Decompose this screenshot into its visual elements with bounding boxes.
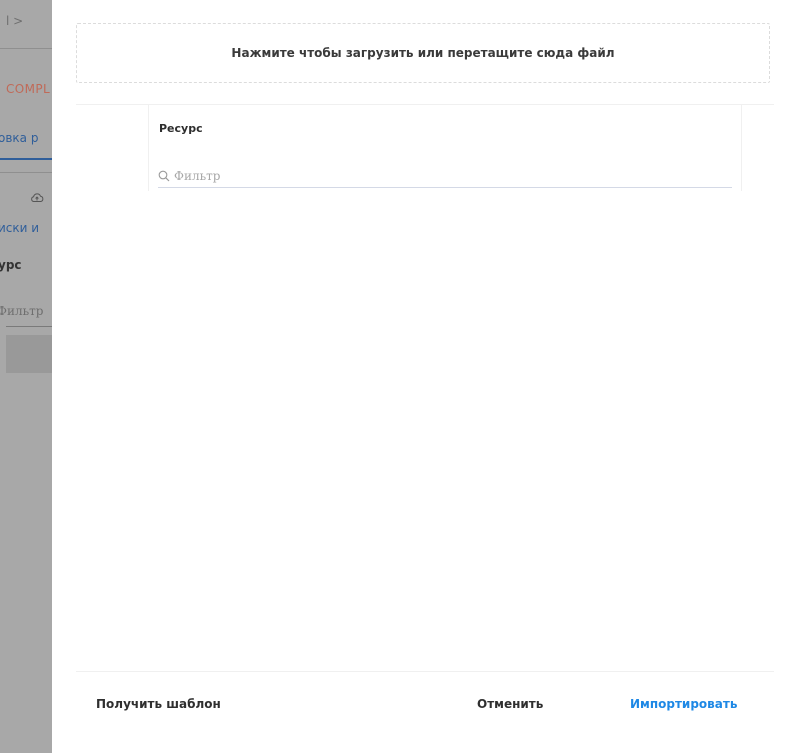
background-filter-underline <box>6 326 52 327</box>
import-modal: Нажмите чтобы загрузить или перетащите с… <box>52 0 799 753</box>
resource-filter <box>158 164 732 188</box>
search-icon <box>158 170 170 182</box>
modal-footer-divider <box>76 671 774 672</box>
background-filter: Фильтр <box>0 304 44 318</box>
resource-table: Ресурс <box>148 105 742 191</box>
resource-filter-input[interactable] <box>174 168 714 183</box>
background-link: иски и <box>0 221 40 235</box>
background-tab-indicator <box>0 158 52 160</box>
background-divider <box>0 172 52 173</box>
resource-column-header: Ресурс <box>159 122 203 135</box>
file-dropzone[interactable]: Нажмите чтобы загрузить или перетащите с… <box>76 23 770 83</box>
background-resource-header: урс <box>0 258 22 272</box>
background-breadcrumb: l > <box>6 14 24 28</box>
cancel-button[interactable]: Отменить <box>477 697 543 711</box>
background-table-row <box>6 335 52 373</box>
get-template-button[interactable]: Получить шаблон <box>96 697 221 711</box>
background-company-label: COMPL <box>6 82 51 96</box>
background-tab: овка р <box>0 131 39 145</box>
dropzone-text: Нажмите чтобы загрузить или перетащите с… <box>231 46 615 60</box>
background-divider <box>0 48 52 49</box>
import-button[interactable]: Импортировать <box>630 697 737 711</box>
cloud-upload-icon <box>30 192 44 202</box>
background-page: l > COMPL овка р иски и урс Фильтр <box>0 0 52 753</box>
